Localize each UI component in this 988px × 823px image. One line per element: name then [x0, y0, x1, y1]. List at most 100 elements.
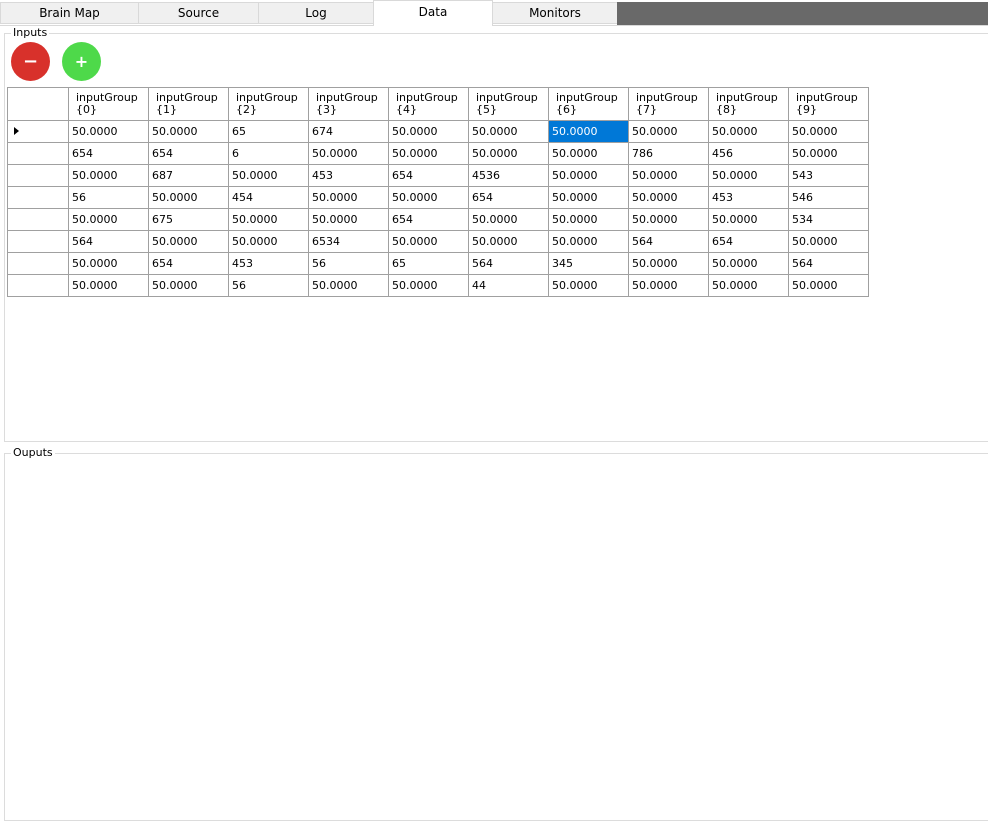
- column-header-4[interactable]: inputGroup {4}: [388, 87, 469, 121]
- grid-cell[interactable]: 50.0000: [148, 120, 229, 143]
- table-row[interactable]: 50.0000 654 453 56 65 564 345 50.0000 50.0000 564: [7, 252, 869, 275]
- table-row[interactable]: 50.0000 675 50.0000 50.0000 654 50.0000 50.000…: [7, 208, 869, 231]
- tab-source[interactable]: Source: [138, 2, 259, 24]
- grid-cell[interactable]: 50.0000: [68, 252, 149, 275]
- grid-cell[interactable]: 654: [468, 186, 549, 209]
- grid-cell[interactable]: 50.0000: [308, 274, 389, 297]
- table-row[interactable]: 50.0000 687 50.0000 453 654 4536 50.0000 50.000…: [7, 164, 869, 187]
- row-header[interactable]: [7, 186, 69, 209]
- grid-cell[interactable]: 65: [228, 120, 309, 143]
- grid-cell[interactable]: 50.0000: [388, 274, 469, 297]
- grid-cell[interactable]: 65: [388, 252, 469, 275]
- grid-cell[interactable]: 50.0000: [388, 186, 469, 209]
- row-header[interactable]: [7, 142, 69, 165]
- row-header[interactable]: [7, 164, 69, 187]
- column-header-6[interactable]: inputGroup {6}: [548, 87, 629, 121]
- column-header-0[interactable]: inputGroup {0}: [68, 87, 149, 121]
- grid-cell[interactable]: 453: [228, 252, 309, 275]
- grid-cell[interactable]: 50.0000: [468, 120, 549, 143]
- grid-cell[interactable]: 44: [468, 274, 549, 297]
- grid-cell[interactable]: 50.0000: [708, 120, 789, 143]
- grid-cell[interactable]: 50.0000: [628, 252, 709, 275]
- grid-cell[interactable]: 56: [228, 274, 309, 297]
- grid-cell[interactable]: 454: [228, 186, 309, 209]
- column-header-5[interactable]: inputGroup {5}: [468, 87, 549, 121]
- grid-cell[interactable]: 564: [788, 252, 869, 275]
- grid-cell[interactable]: 50.0000: [708, 252, 789, 275]
- grid-cell[interactable]: 50.0000: [628, 274, 709, 297]
- grid-cell[interactable]: 654: [388, 164, 469, 187]
- remove-row-button[interactable]: −: [11, 42, 50, 81]
- column-header-7[interactable]: inputGroup {7}: [628, 87, 709, 121]
- tab-log[interactable]: Log: [258, 2, 374, 24]
- grid-cell[interactable]: 654: [148, 252, 229, 275]
- grid-cell[interactable]: 50.0000: [628, 120, 709, 143]
- grid-cell[interactable]: 50.0000: [388, 142, 469, 165]
- grid-cell[interactable]: 50.0000: [388, 230, 469, 253]
- grid-cell[interactable]: 50.0000: [468, 208, 549, 231]
- inputs-data-grid[interactable]: inputGroup {0} inputGroup {1} inputGroup {2…: [7, 87, 869, 297]
- grid-cell[interactable]: 50.0000: [308, 142, 389, 165]
- grid-cell[interactable]: 564: [68, 230, 149, 253]
- grid-cell[interactable]: 50.0000: [788, 230, 869, 253]
- tab-data[interactable]: Data: [373, 0, 493, 26]
- grid-cell[interactable]: 654: [148, 142, 229, 165]
- table-row[interactable]: 654 654 6 50.0000 50.0000 50.0000 50.0000 786 45…: [7, 142, 869, 165]
- grid-cell[interactable]: 50.0000: [228, 208, 309, 231]
- column-header-3[interactable]: inputGroup {3}: [308, 87, 389, 121]
- grid-cell[interactable]: 453: [308, 164, 389, 187]
- grid-cell[interactable]: 50.0000: [788, 142, 869, 165]
- grid-cell[interactable]: 453: [708, 186, 789, 209]
- grid-cell[interactable]: 50.0000: [708, 274, 789, 297]
- table-row[interactable]: 50.0000 50.0000 65 674 50.0000 50.0000 50.0000…: [7, 120, 869, 143]
- grid-cell[interactable]: 50.0000: [548, 120, 629, 143]
- grid-cell[interactable]: 6534: [308, 230, 389, 253]
- grid-cell[interactable]: 56: [68, 186, 149, 209]
- grid-cell[interactable]: 50.0000: [148, 186, 229, 209]
- grid-cell[interactable]: 50.0000: [788, 120, 869, 143]
- grid-cell[interactable]: 56: [308, 252, 389, 275]
- add-row-button[interactable]: +: [62, 42, 101, 81]
- grid-cell[interactable]: 674: [308, 120, 389, 143]
- grid-cell[interactable]: 345: [548, 252, 629, 275]
- grid-cell[interactable]: 6: [228, 142, 309, 165]
- table-row[interactable]: 564 50.0000 50.0000 6534 50.0000 50.0000 50.00…: [7, 230, 869, 253]
- grid-cell[interactable]: 543: [788, 164, 869, 187]
- grid-cell[interactable]: 50.0000: [628, 186, 709, 209]
- row-header[interactable]: [7, 120, 69, 143]
- grid-cell[interactable]: 50.0000: [68, 164, 149, 187]
- grid-cell[interactable]: 50.0000: [68, 208, 149, 231]
- grid-cell[interactable]: 50.0000: [68, 120, 149, 143]
- grid-cell[interactable]: 654: [388, 208, 469, 231]
- row-header[interactable]: [7, 230, 69, 253]
- row-header[interactable]: [7, 208, 69, 231]
- grid-cell[interactable]: 50.0000: [388, 120, 469, 143]
- grid-cell[interactable]: 654: [68, 142, 149, 165]
- grid-cell[interactable]: 50.0000: [308, 208, 389, 231]
- grid-cell[interactable]: 654: [708, 230, 789, 253]
- grid-cell[interactable]: 50.0000: [548, 274, 629, 297]
- column-header-1[interactable]: inputGroup {1}: [148, 87, 229, 121]
- column-header-8[interactable]: inputGroup {8}: [708, 87, 789, 121]
- grid-cell[interactable]: 50.0000: [708, 208, 789, 231]
- row-header[interactable]: [7, 274, 69, 297]
- grid-cell[interactable]: 456: [708, 142, 789, 165]
- tab-monitors[interactable]: Monitors: [492, 2, 618, 24]
- grid-cell[interactable]: 4536: [468, 164, 549, 187]
- grid-cell[interactable]: 50.0000: [548, 208, 629, 231]
- table-row[interactable]: 56 50.0000 454 50.0000 50.0000 654 50.0000 50.0…: [7, 186, 869, 209]
- grid-corner-header[interactable]: [7, 87, 69, 121]
- grid-cell[interactable]: 50.0000: [548, 142, 629, 165]
- grid-cell[interactable]: 534: [788, 208, 869, 231]
- grid-cell[interactable]: 50.0000: [468, 230, 549, 253]
- grid-cell[interactable]: 50.0000: [308, 186, 389, 209]
- grid-cell[interactable]: 50.0000: [548, 186, 629, 209]
- grid-cell[interactable]: 50.0000: [548, 164, 629, 187]
- grid-cell[interactable]: 50.0000: [468, 142, 549, 165]
- grid-cell[interactable]: 50.0000: [228, 164, 309, 187]
- grid-cell[interactable]: 50.0000: [148, 230, 229, 253]
- grid-cell[interactable]: 564: [628, 230, 709, 253]
- grid-cell[interactable]: 50.0000: [628, 164, 709, 187]
- grid-cell[interactable]: 786: [628, 142, 709, 165]
- grid-cell[interactable]: 564: [468, 252, 549, 275]
